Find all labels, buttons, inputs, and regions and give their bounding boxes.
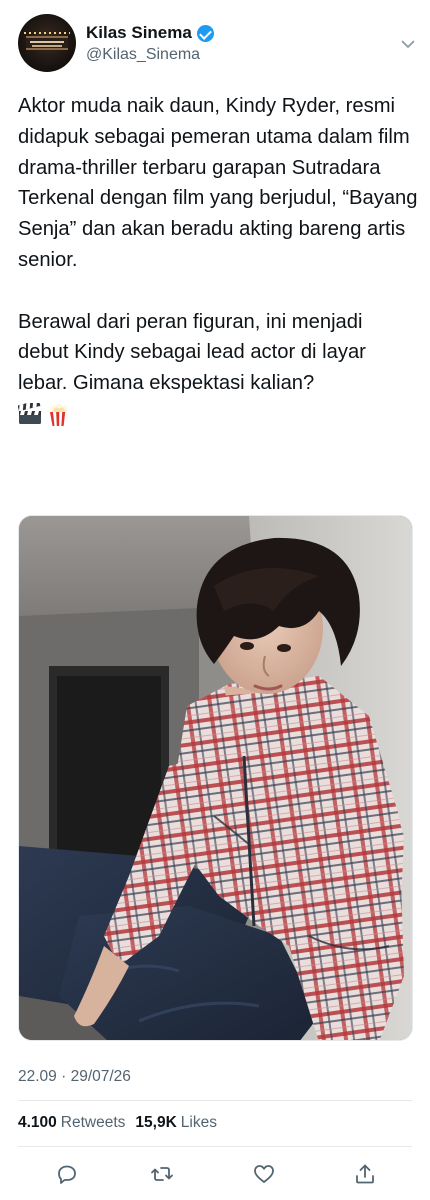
- tweet-paragraph-1: Aktor muda naik daun, Kindy Ryder, resmi…: [18, 95, 424, 271]
- tweet-timestamp[interactable]: 22.09 · 29/07/26: [18, 1068, 131, 1086]
- likes-stat[interactable]: 15,9K Likes: [135, 1114, 227, 1131]
- retweet-icon: [151, 1167, 173, 1181]
- retweets-count: 4.100: [18, 1114, 57, 1131]
- tweet-time: 22.09: [18, 1068, 57, 1085]
- tweet-paragraph-2: Berawal dari peran figuran, ini menjadi …: [18, 310, 372, 395]
- share-icon: [356, 1164, 374, 1184]
- user-handle[interactable]: @Kilas_Sinema: [86, 46, 200, 64]
- chevron-down-icon[interactable]: [400, 36, 416, 52]
- popcorn-icon: [48, 403, 70, 427]
- tweet-header: Kilas Sinema @Kilas_Sinema: [18, 14, 418, 74]
- retweets-stat[interactable]: 4.100 Retweets: [18, 1114, 135, 1131]
- avatar[interactable]: [18, 14, 76, 72]
- divider: [18, 1146, 412, 1147]
- avatar-marquee: [26, 36, 68, 50]
- tweet-action-bar: [0, 1158, 430, 1190]
- retweets-label: Retweets: [60, 1114, 126, 1131]
- verified-badge-icon: [196, 24, 214, 42]
- like-icon: [254, 1165, 274, 1183]
- likes-count: 15,9K: [135, 1114, 177, 1131]
- clapper-board-icon: [17, 399, 42, 425]
- share-button[interactable]: [349, 1158, 381, 1190]
- tweet-photo[interactable]: [18, 515, 413, 1041]
- timestamp-separator: ·: [56, 1068, 71, 1085]
- tweet-date: 29/07/26: [70, 1068, 131, 1085]
- avatar-marquee-lights: [24, 32, 70, 34]
- like-button[interactable]: [248, 1158, 280, 1190]
- emoji-row: [17, 399, 70, 427]
- display-name[interactable]: Kilas Sinema: [86, 23, 192, 43]
- likes-label: Likes: [180, 1114, 217, 1131]
- reply-icon: [58, 1165, 76, 1184]
- engagement-stats: 4.100 Retweets 15,9K Likes: [18, 1114, 227, 1132]
- retweet-button[interactable]: [146, 1158, 178, 1190]
- photo-illustration: [19, 516, 412, 1040]
- name-row[interactable]: Kilas Sinema: [86, 23, 214, 43]
- tweet-text: Aktor muda naik daun, Kindy Ryder, resmi…: [17, 91, 418, 430]
- divider: [18, 1100, 412, 1101]
- reply-button[interactable]: [51, 1158, 83, 1190]
